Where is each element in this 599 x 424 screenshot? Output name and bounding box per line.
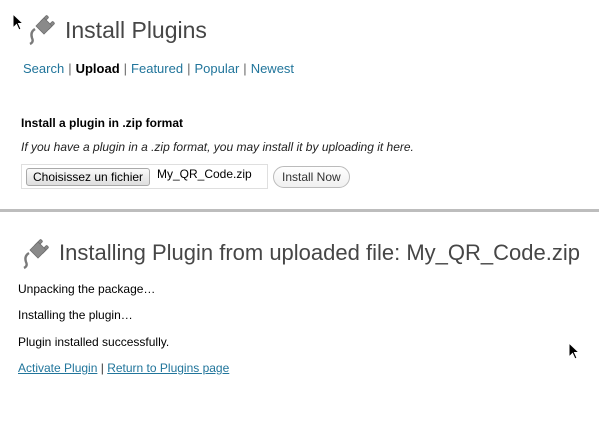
selected-file-name: My_QR_Code.zip bbox=[157, 167, 252, 181]
plugin-subnav: Search | Upload | Featured | Popular | Newest bbox=[23, 61, 294, 76]
plug-icon bbox=[29, 15, 55, 46]
post-install-actions: Activate Plugin | Return to Plugins page bbox=[18, 361, 229, 375]
subnav-popular[interactable]: Popular bbox=[194, 61, 239, 76]
installing-title: Installing Plugin from uploaded file: My… bbox=[59, 240, 580, 265]
subnav-separator: | bbox=[123, 61, 128, 76]
step-unpacking: Unpacking the package… bbox=[18, 282, 156, 296]
subnav-separator: | bbox=[243, 61, 247, 76]
subnav-separator: | bbox=[68, 61, 72, 76]
subnav-upload[interactable]: Upload bbox=[76, 61, 120, 76]
step-installing: Installing the plugin… bbox=[18, 308, 133, 322]
return-to-plugins-link[interactable]: Return to Plugins page bbox=[107, 361, 229, 375]
upload-heading: Install a plugin in .zip format bbox=[21, 116, 184, 130]
subnav-featured[interactable]: Featured bbox=[131, 61, 183, 76]
subnav-separator: | bbox=[187, 61, 191, 76]
install-now-button[interactable]: Install Now bbox=[273, 166, 350, 188]
subnav-search[interactable]: Search bbox=[23, 61, 64, 76]
screen-divider bbox=[0, 209, 599, 212]
activate-plugin-link[interactable]: Activate Plugin bbox=[18, 361, 97, 375]
choose-file-button[interactable]: Choisissez un fichier bbox=[26, 168, 151, 186]
mouse-pointer-icon bbox=[12, 13, 24, 31]
step-success: Plugin installed successfully. bbox=[18, 335, 170, 349]
actions-separator: | bbox=[100, 361, 104, 375]
upload-description: If you have a plugin in a .zip format, y… bbox=[21, 140, 414, 154]
mouse-pointer-icon bbox=[568, 342, 580, 360]
subnav-newest[interactable]: Newest bbox=[251, 61, 294, 76]
plug-icon bbox=[23, 239, 49, 270]
page-title: Install Plugins bbox=[65, 17, 207, 43]
